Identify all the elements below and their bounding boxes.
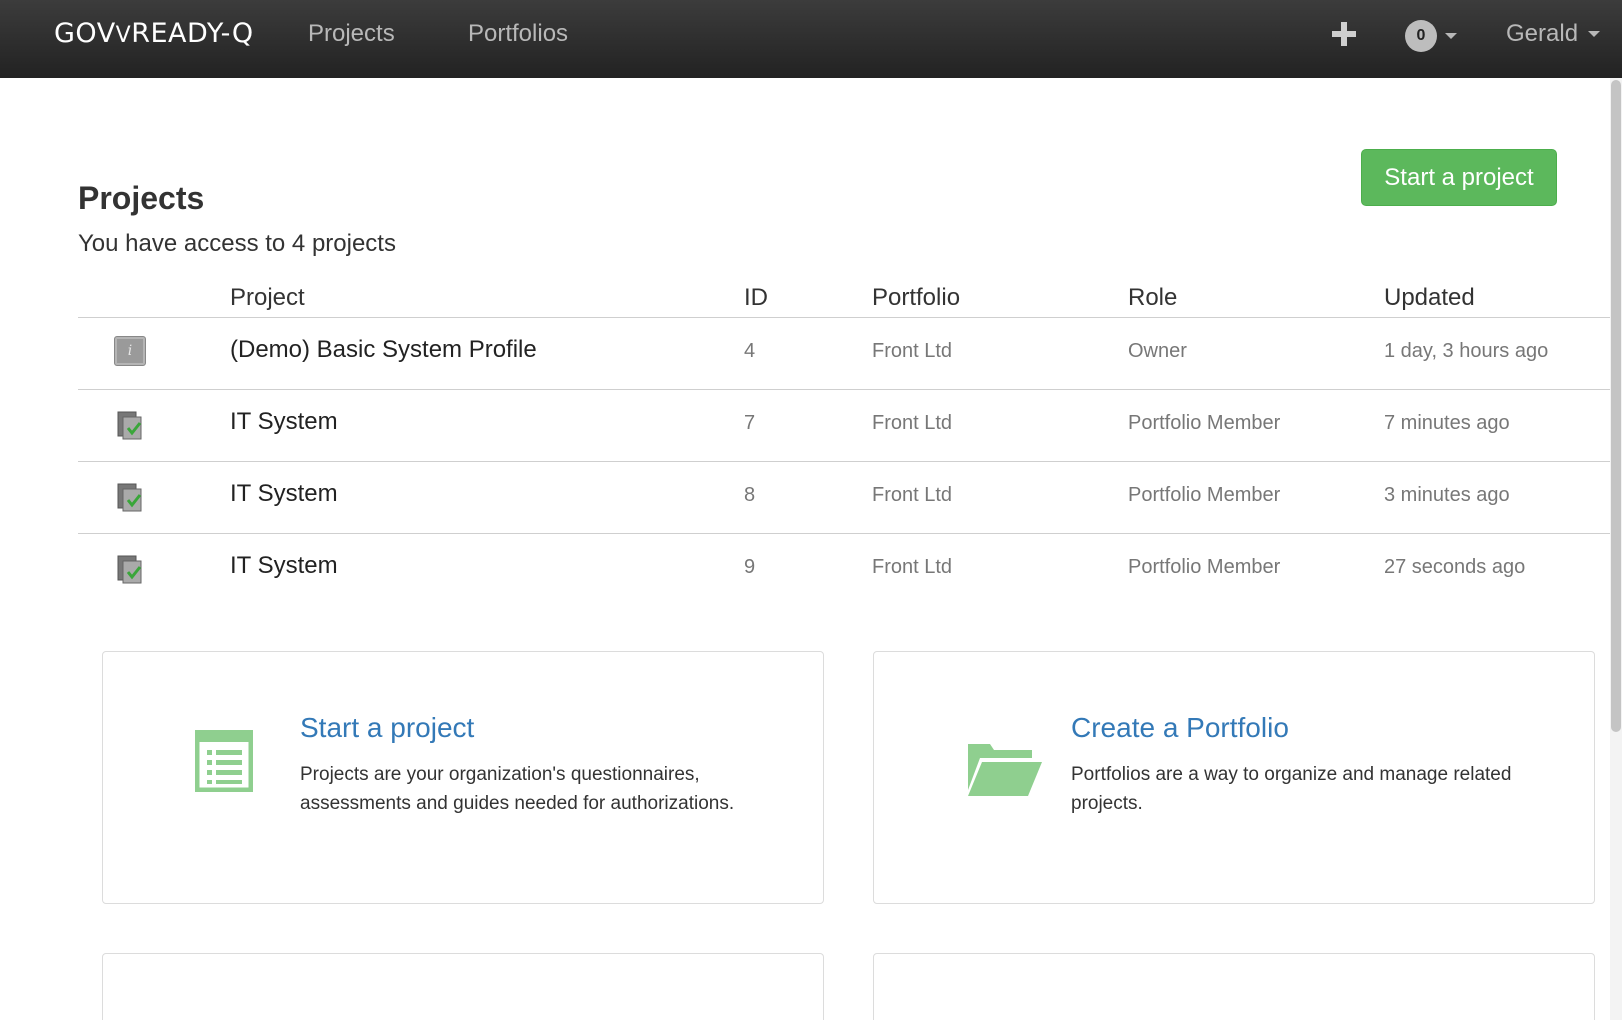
project-portfolio: Front Ltd <box>872 340 953 362</box>
card-title-create-portfolio[interactable]: Create a Portfolio <box>1071 712 1289 744</box>
document-check-icon <box>114 552 148 586</box>
table-header: Project ID Portfolio Role Updated <box>78 280 1610 318</box>
card-partial[interactable] <box>873 953 1595 1020</box>
brand-v: V <box>115 23 132 48</box>
project-updated: 3 minutes ago <box>1384 484 1510 506</box>
project-role: Portfolio Member <box>1128 484 1281 506</box>
project-portfolio: Front Ltd <box>872 412 953 434</box>
user-menu[interactable]: Gerald <box>1506 20 1601 48</box>
add-icon[interactable] <box>1328 16 1360 52</box>
folder-open-icon <box>966 738 1042 801</box>
project-updated: 7 minutes ago <box>1384 412 1510 434</box>
page-title: Projects <box>78 180 205 216</box>
document-check-icon <box>114 480 148 514</box>
column-header-portfolio[interactable]: Portfolio <box>872 284 960 312</box>
project-portfolio: Front Ltd <box>872 484 953 506</box>
project-role: Portfolio Member <box>1128 556 1281 578</box>
table-row[interactable]: IT System 9 Front Ltd Portfolio Member 2… <box>78 534 1610 606</box>
project-updated: 27 seconds ago <box>1384 556 1526 578</box>
table-row[interactable]: IT System 7 Front Ltd Portfolio Member 7… <box>78 390 1610 462</box>
projects-table: Project ID Portfolio Role Updated i (Dem… <box>78 280 1610 606</box>
project-role: Portfolio Member <box>1128 412 1281 434</box>
scrollbar-thumb[interactable] <box>1611 80 1621 732</box>
nav-link-projects[interactable]: Projects <box>308 20 395 48</box>
project-id: 8 <box>744 484 756 506</box>
info-icon: i <box>114 336 148 370</box>
project-updated: 1 day, 3 hours ago <box>1384 340 1549 362</box>
table-row[interactable]: i (Demo) Basic System Profile 4 Front Lt… <box>78 318 1610 390</box>
card-partial[interactable] <box>102 953 824 1020</box>
nav-link-portfolios[interactable]: Portfolios <box>468 20 568 48</box>
top-navbar: GOVVREADY-Q Projects Portfolios 0 Gerald <box>0 0 1622 78</box>
column-header-updated[interactable]: Updated <box>1384 284 1475 312</box>
project-id: 4 <box>744 340 756 362</box>
card-description: Portfolios are a way to organize and man… <box>1071 764 1512 814</box>
list-icon <box>194 729 254 797</box>
project-id: 9 <box>744 556 756 578</box>
brand-suffix: READY-Q <box>131 18 254 49</box>
user-name: Gerald <box>1506 20 1579 47</box>
notifications-dropdown[interactable]: 0 <box>1405 20 1457 52</box>
column-header-id[interactable]: ID <box>744 284 768 312</box>
card-description: Projects are your organization's questio… <box>300 764 735 814</box>
start-project-button[interactable]: Start a project <box>1361 149 1557 206</box>
table-row[interactable]: IT System 8 Front Ltd Portfolio Member 3… <box>78 462 1610 534</box>
document-check-icon <box>114 408 148 442</box>
column-header-project[interactable]: Project <box>230 284 305 312</box>
card-title-start-project[interactable]: Start a project <box>300 712 474 744</box>
project-role: Owner <box>1128 340 1187 362</box>
project-name-link[interactable]: IT System <box>230 480 338 508</box>
project-name-link[interactable]: IT System <box>230 552 338 580</box>
chevron-down-icon <box>1445 33 1457 39</box>
start-project-card[interactable]: Start a project Projects are your organi… <box>102 651 824 904</box>
project-name-link[interactable]: IT System <box>230 408 338 436</box>
brand-prefix: GOV <box>54 18 116 49</box>
page-subtitle: You have access to 4 projects <box>78 230 396 257</box>
chevron-down-icon <box>1588 31 1601 37</box>
project-id: 7 <box>744 412 756 434</box>
create-portfolio-card[interactable]: Create a Portfolio Portfolios are a way … <box>873 651 1595 904</box>
notification-badge: 0 <box>1405 20 1437 52</box>
brand-logo[interactable]: GOVVREADY-Q <box>54 18 254 49</box>
column-header-role[interactable]: Role <box>1128 284 1177 312</box>
project-portfolio: Front Ltd <box>872 556 953 578</box>
project-name-link[interactable]: (Demo) Basic System Profile <box>230 336 537 364</box>
